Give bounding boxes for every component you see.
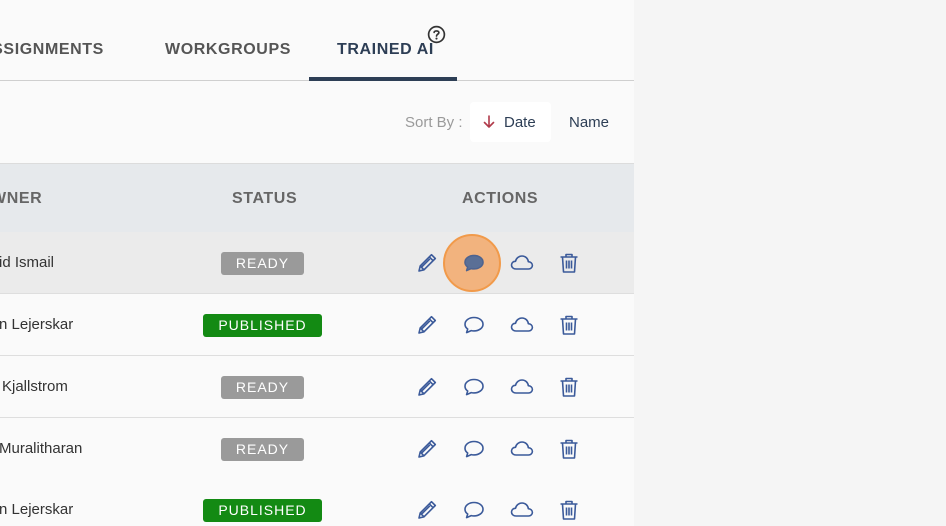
pencil-icon (414, 497, 440, 523)
arrow-down-icon (481, 114, 497, 130)
tab-trained-ai[interactable]: TRAINED AI (337, 41, 434, 59)
table-row[interactable]: Muralitharan READY (0, 418, 634, 480)
trash-icon (556, 374, 582, 400)
comment-button[interactable] (461, 436, 487, 462)
trash-icon (556, 497, 582, 523)
owner-cell: Kjallstrom (2, 378, 68, 395)
cloud-button[interactable] (509, 312, 535, 338)
pencil-icon (414, 312, 440, 338)
comment-button[interactable] (461, 497, 487, 523)
table-row[interactable]: Kjallstrom READY (0, 356, 634, 418)
cloud-icon (509, 374, 535, 400)
edit-button[interactable] (414, 374, 440, 400)
comment-icon (461, 250, 487, 276)
actions-column-header: ACTIONS (462, 190, 539, 207)
trash-icon (556, 312, 582, 338)
owner-cell: n Lejerskar (0, 501, 74, 518)
cloud-icon (509, 312, 535, 338)
pencil-icon (414, 374, 440, 400)
trash-icon (556, 250, 582, 276)
cloud-button[interactable] (509, 374, 535, 400)
sort-date-label: Date (504, 114, 536, 131)
table-row[interactable]: n Lejerskar PUBLISHED (0, 479, 634, 526)
pencil-icon (414, 250, 440, 276)
status-badge: READY (221, 438, 304, 461)
tab-bar: ASSIGNMENTS WORKGROUPS TRAINED AI (0, 0, 634, 81)
cloud-icon (509, 250, 535, 276)
status-badge: READY (221, 252, 304, 275)
owner-cell: n Lejerskar (0, 316, 74, 333)
edit-button[interactable] (414, 436, 440, 462)
tab-assignments[interactable]: ASSIGNMENTS (0, 41, 104, 59)
comment-icon (461, 436, 487, 462)
comment-icon (461, 497, 487, 523)
cloud-icon (509, 497, 535, 523)
cloud-button[interactable] (509, 436, 535, 462)
pencil-icon (414, 436, 440, 462)
comment-button[interactable] (461, 374, 487, 400)
owner-cell: Muralitharan (0, 440, 83, 457)
edit-button[interactable] (414, 250, 440, 276)
sort-by-date-button[interactable]: Date (470, 102, 551, 142)
status-badge: PUBLISHED (203, 314, 322, 337)
comment-icon (461, 312, 487, 338)
table-row[interactable]: n Lejerskar PUBLISHED (0, 294, 634, 356)
delete-button[interactable] (556, 436, 582, 462)
trained-ai-panel: ASSIGNMENTS WORKGROUPS TRAINED AI Sort B… (0, 0, 634, 526)
delete-button[interactable] (556, 497, 582, 523)
delete-button[interactable] (556, 312, 582, 338)
cloud-icon (509, 436, 535, 462)
comment-button[interactable] (461, 312, 487, 338)
sort-by-name-button[interactable]: Name (569, 114, 609, 131)
active-tab-indicator (309, 77, 457, 81)
owner-column-header[interactable]: OWNER (0, 190, 42, 208)
edit-button[interactable] (414, 312, 440, 338)
status-column-header: STATUS (232, 190, 298, 207)
delete-button[interactable] (556, 374, 582, 400)
sort-by-label: Sort By : (405, 114, 463, 131)
edit-button[interactable] (414, 497, 440, 523)
delete-button[interactable] (556, 250, 582, 276)
trash-icon (556, 436, 582, 462)
status-badge: PUBLISHED (203, 499, 322, 522)
cloud-button[interactable] (509, 250, 535, 276)
empty-background (634, 0, 946, 526)
status-badge: READY (221, 376, 304, 399)
owner-cell: id Ismail (0, 254, 55, 271)
table-row[interactable]: id Ismail READY (0, 232, 634, 294)
tab-workgroups[interactable]: WORKGROUPS (165, 41, 291, 59)
comment-icon (461, 374, 487, 400)
cloud-button[interactable] (509, 497, 535, 523)
help-icon[interactable] (427, 25, 446, 44)
table-header: OWNER STATUS ACTIONS (0, 163, 634, 232)
